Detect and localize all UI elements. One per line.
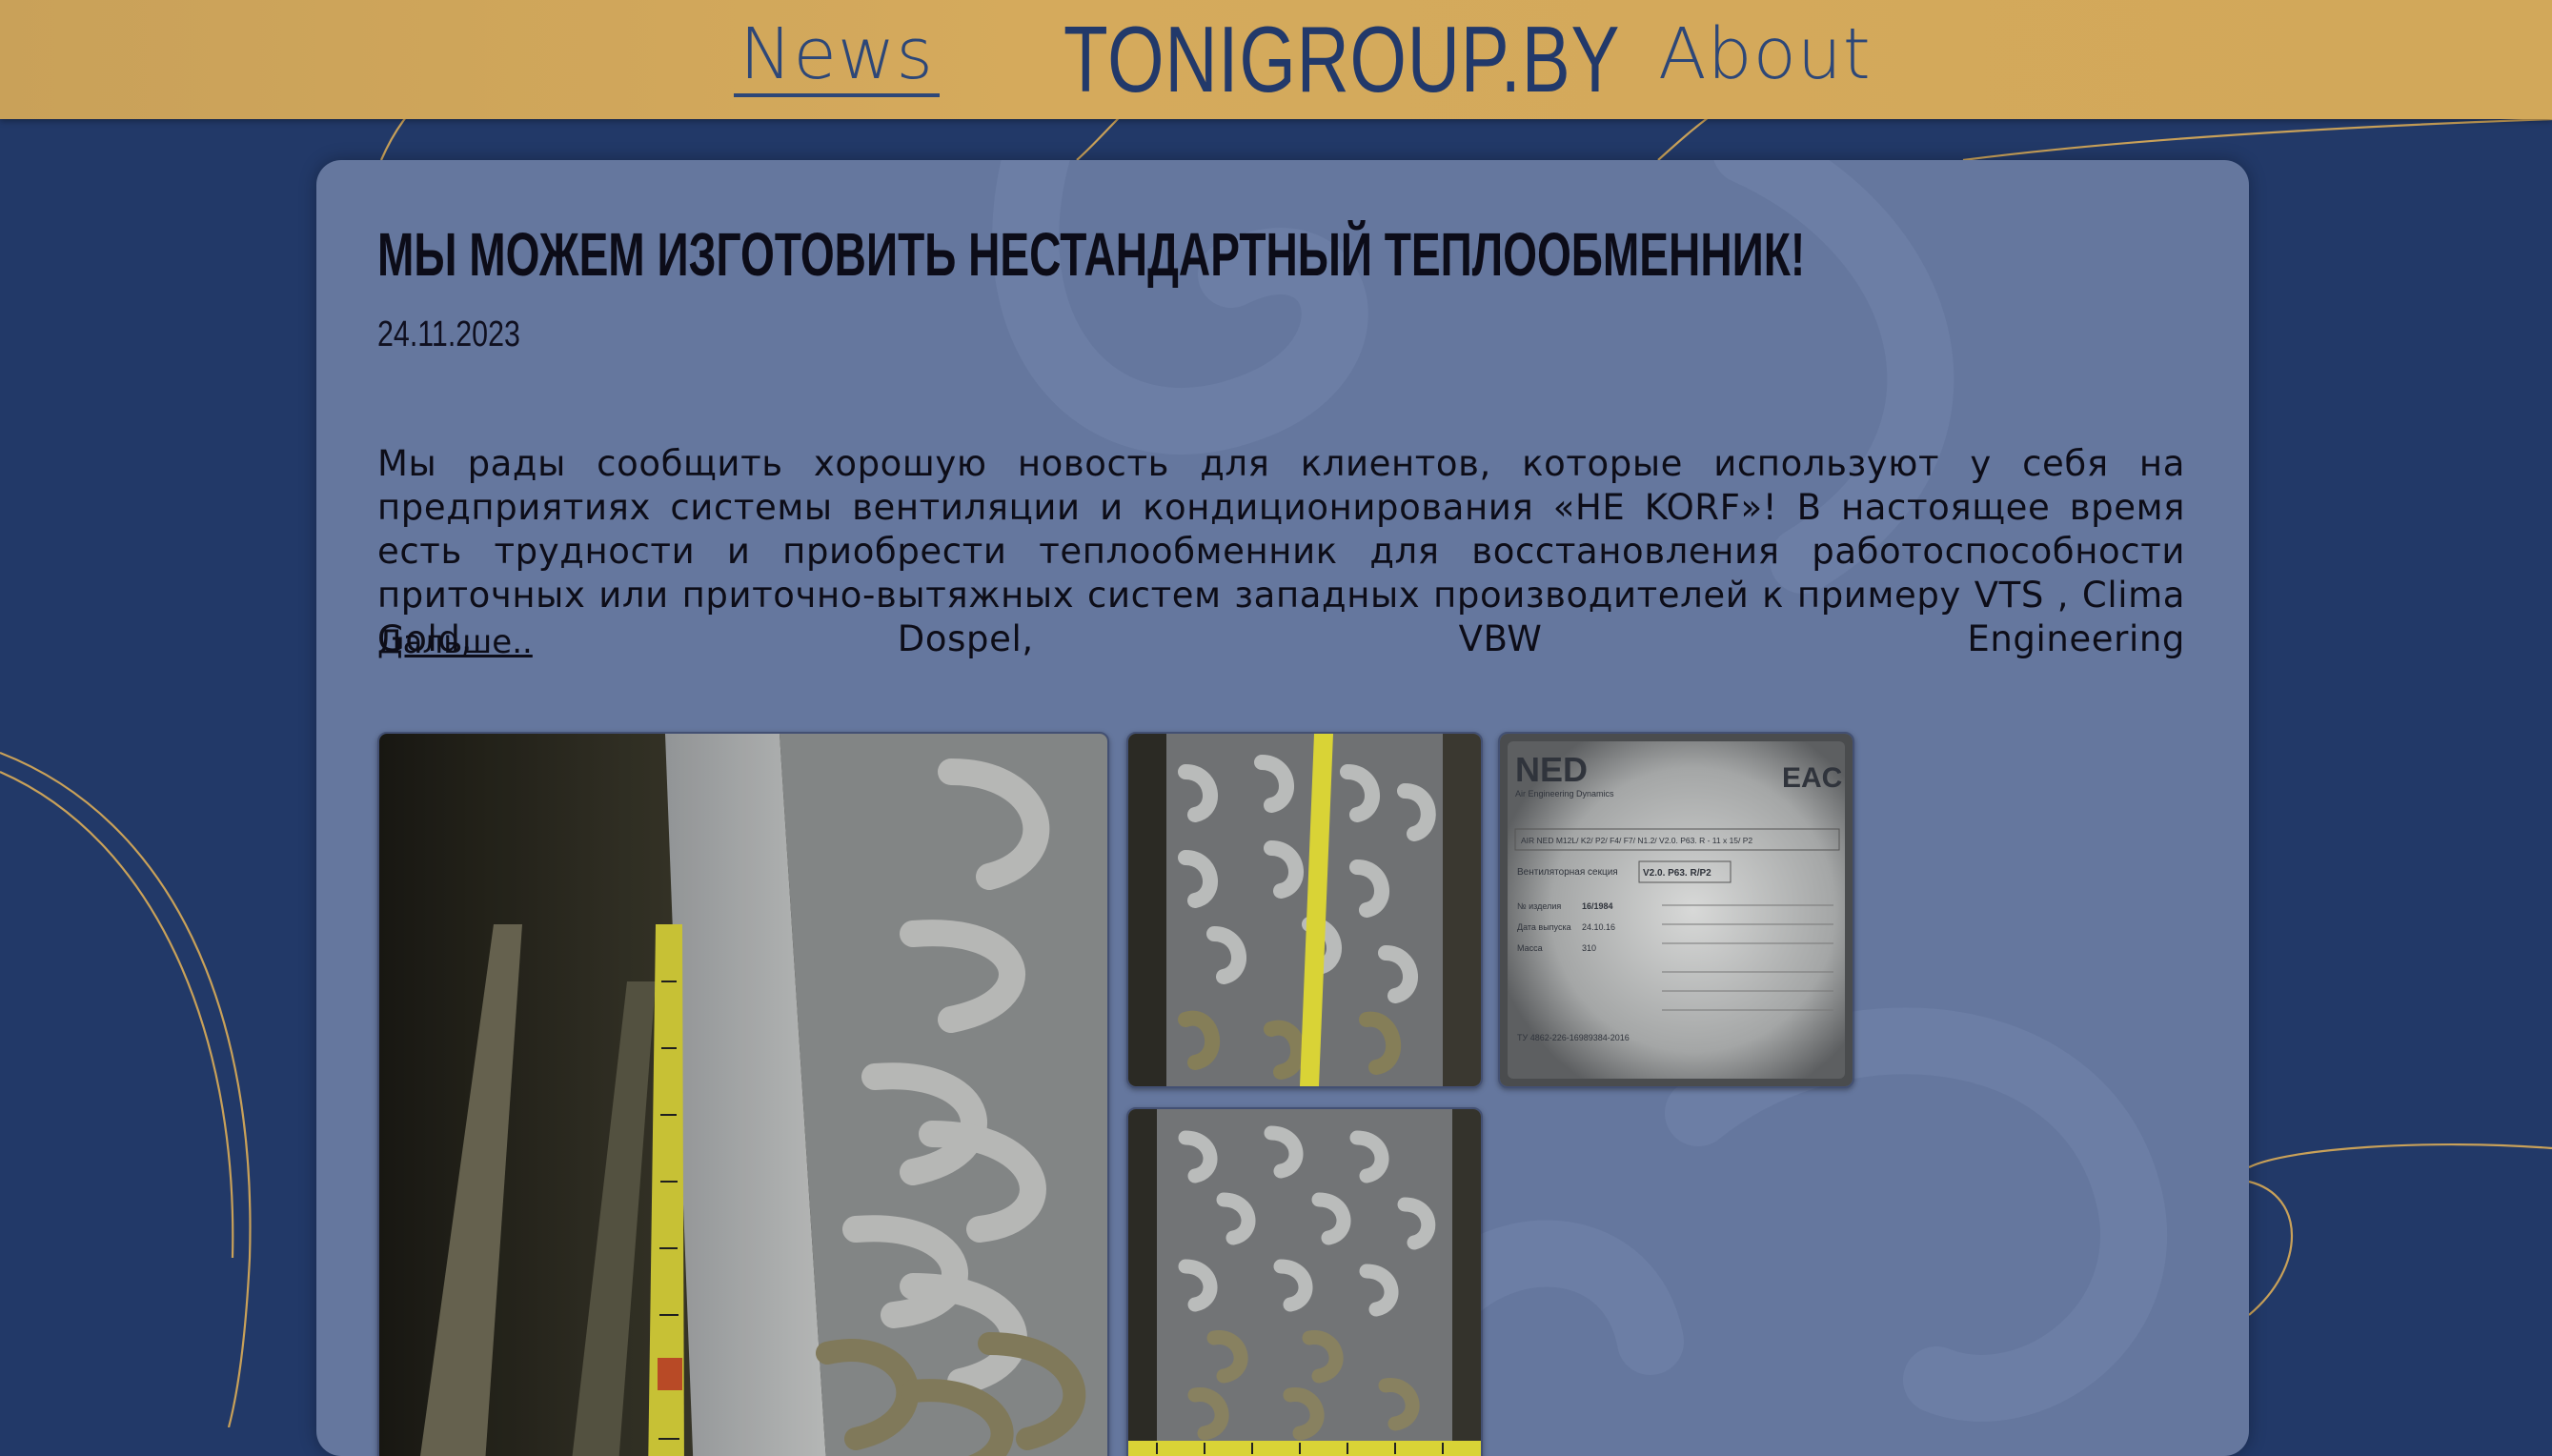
- nav-news-label: News: [739, 13, 934, 95]
- read-more-link[interactable]: Дальше..: [377, 623, 533, 661]
- article-title: Мы можем изготовить нестандартный теплоо…: [377, 220, 1806, 289]
- nameplate-brand-sub: Air Engineering Dynamics: [1515, 789, 1614, 799]
- nameplate-section-value: V2.0. P63. R/P2: [1643, 868, 1711, 879]
- gallery-photo-coil-bends-front[interactable]: [1126, 1107, 1483, 1456]
- nameplate-date-value: 24.10.16: [1582, 922, 1615, 932]
- news-card: Мы можем изготовить нестандартный теплоо…: [316, 160, 2249, 1456]
- coil-bends-photo: [1128, 734, 1481, 1086]
- nameplate-mass-value: 310: [1582, 943, 1596, 953]
- active-nav-underline: [734, 93, 940, 97]
- gallery-photo-coil-bends-top[interactable]: [1126, 732, 1483, 1088]
- nameplate-brand: NED: [1515, 750, 1588, 789]
- gallery-photo-nameplate[interactable]: NED Air Engineering Dynamics EAC AIR NED…: [1498, 732, 1854, 1088]
- nameplate-serial-value: 16/1984: [1582, 901, 1613, 911]
- nav-about-link[interactable]: About: [1658, 13, 1872, 95]
- nav-news-link[interactable]: News: [734, 13, 940, 97]
- nameplate-model-line: AIR NED M12L/ K2/ P2/ F4/ F7/ N1.2/ V2.0…: [1521, 836, 1752, 845]
- article-date: 24.11.2023: [377, 314, 520, 354]
- nameplate-mass-label: Масса: [1517, 943, 1543, 953]
- nameplate-date-label: Дата выпуска: [1517, 922, 1571, 932]
- nav-about-label: About: [1658, 13, 1872, 95]
- nameplate-section-label: Вентиляторная секция: [1517, 867, 1618, 878]
- nameplate-cert-mark: EAC: [1782, 762, 1842, 794]
- coil-bends-front-photo: [1128, 1109, 1481, 1456]
- article-excerpt: Мы рады сообщить хорошую новость для кли…: [377, 443, 2185, 659]
- nameplate-spec: ТУ 4862-226-16989384-2016: [1517, 1033, 1630, 1042]
- site-logo[interactable]: TONIGROUP.BY: [1063, 6, 1620, 113]
- gallery-photo-heat-exchanger-side[interactable]: [377, 732, 1109, 1456]
- nameplate-photo: NED Air Engineering Dynamics EAC AIR NED…: [1500, 734, 1853, 1086]
- heat-exchanger-photo: [379, 734, 1107, 1456]
- nameplate-serial-label: № изделия: [1517, 901, 1561, 911]
- top-header: News TONIGROUP.BY About: [0, 0, 2552, 119]
